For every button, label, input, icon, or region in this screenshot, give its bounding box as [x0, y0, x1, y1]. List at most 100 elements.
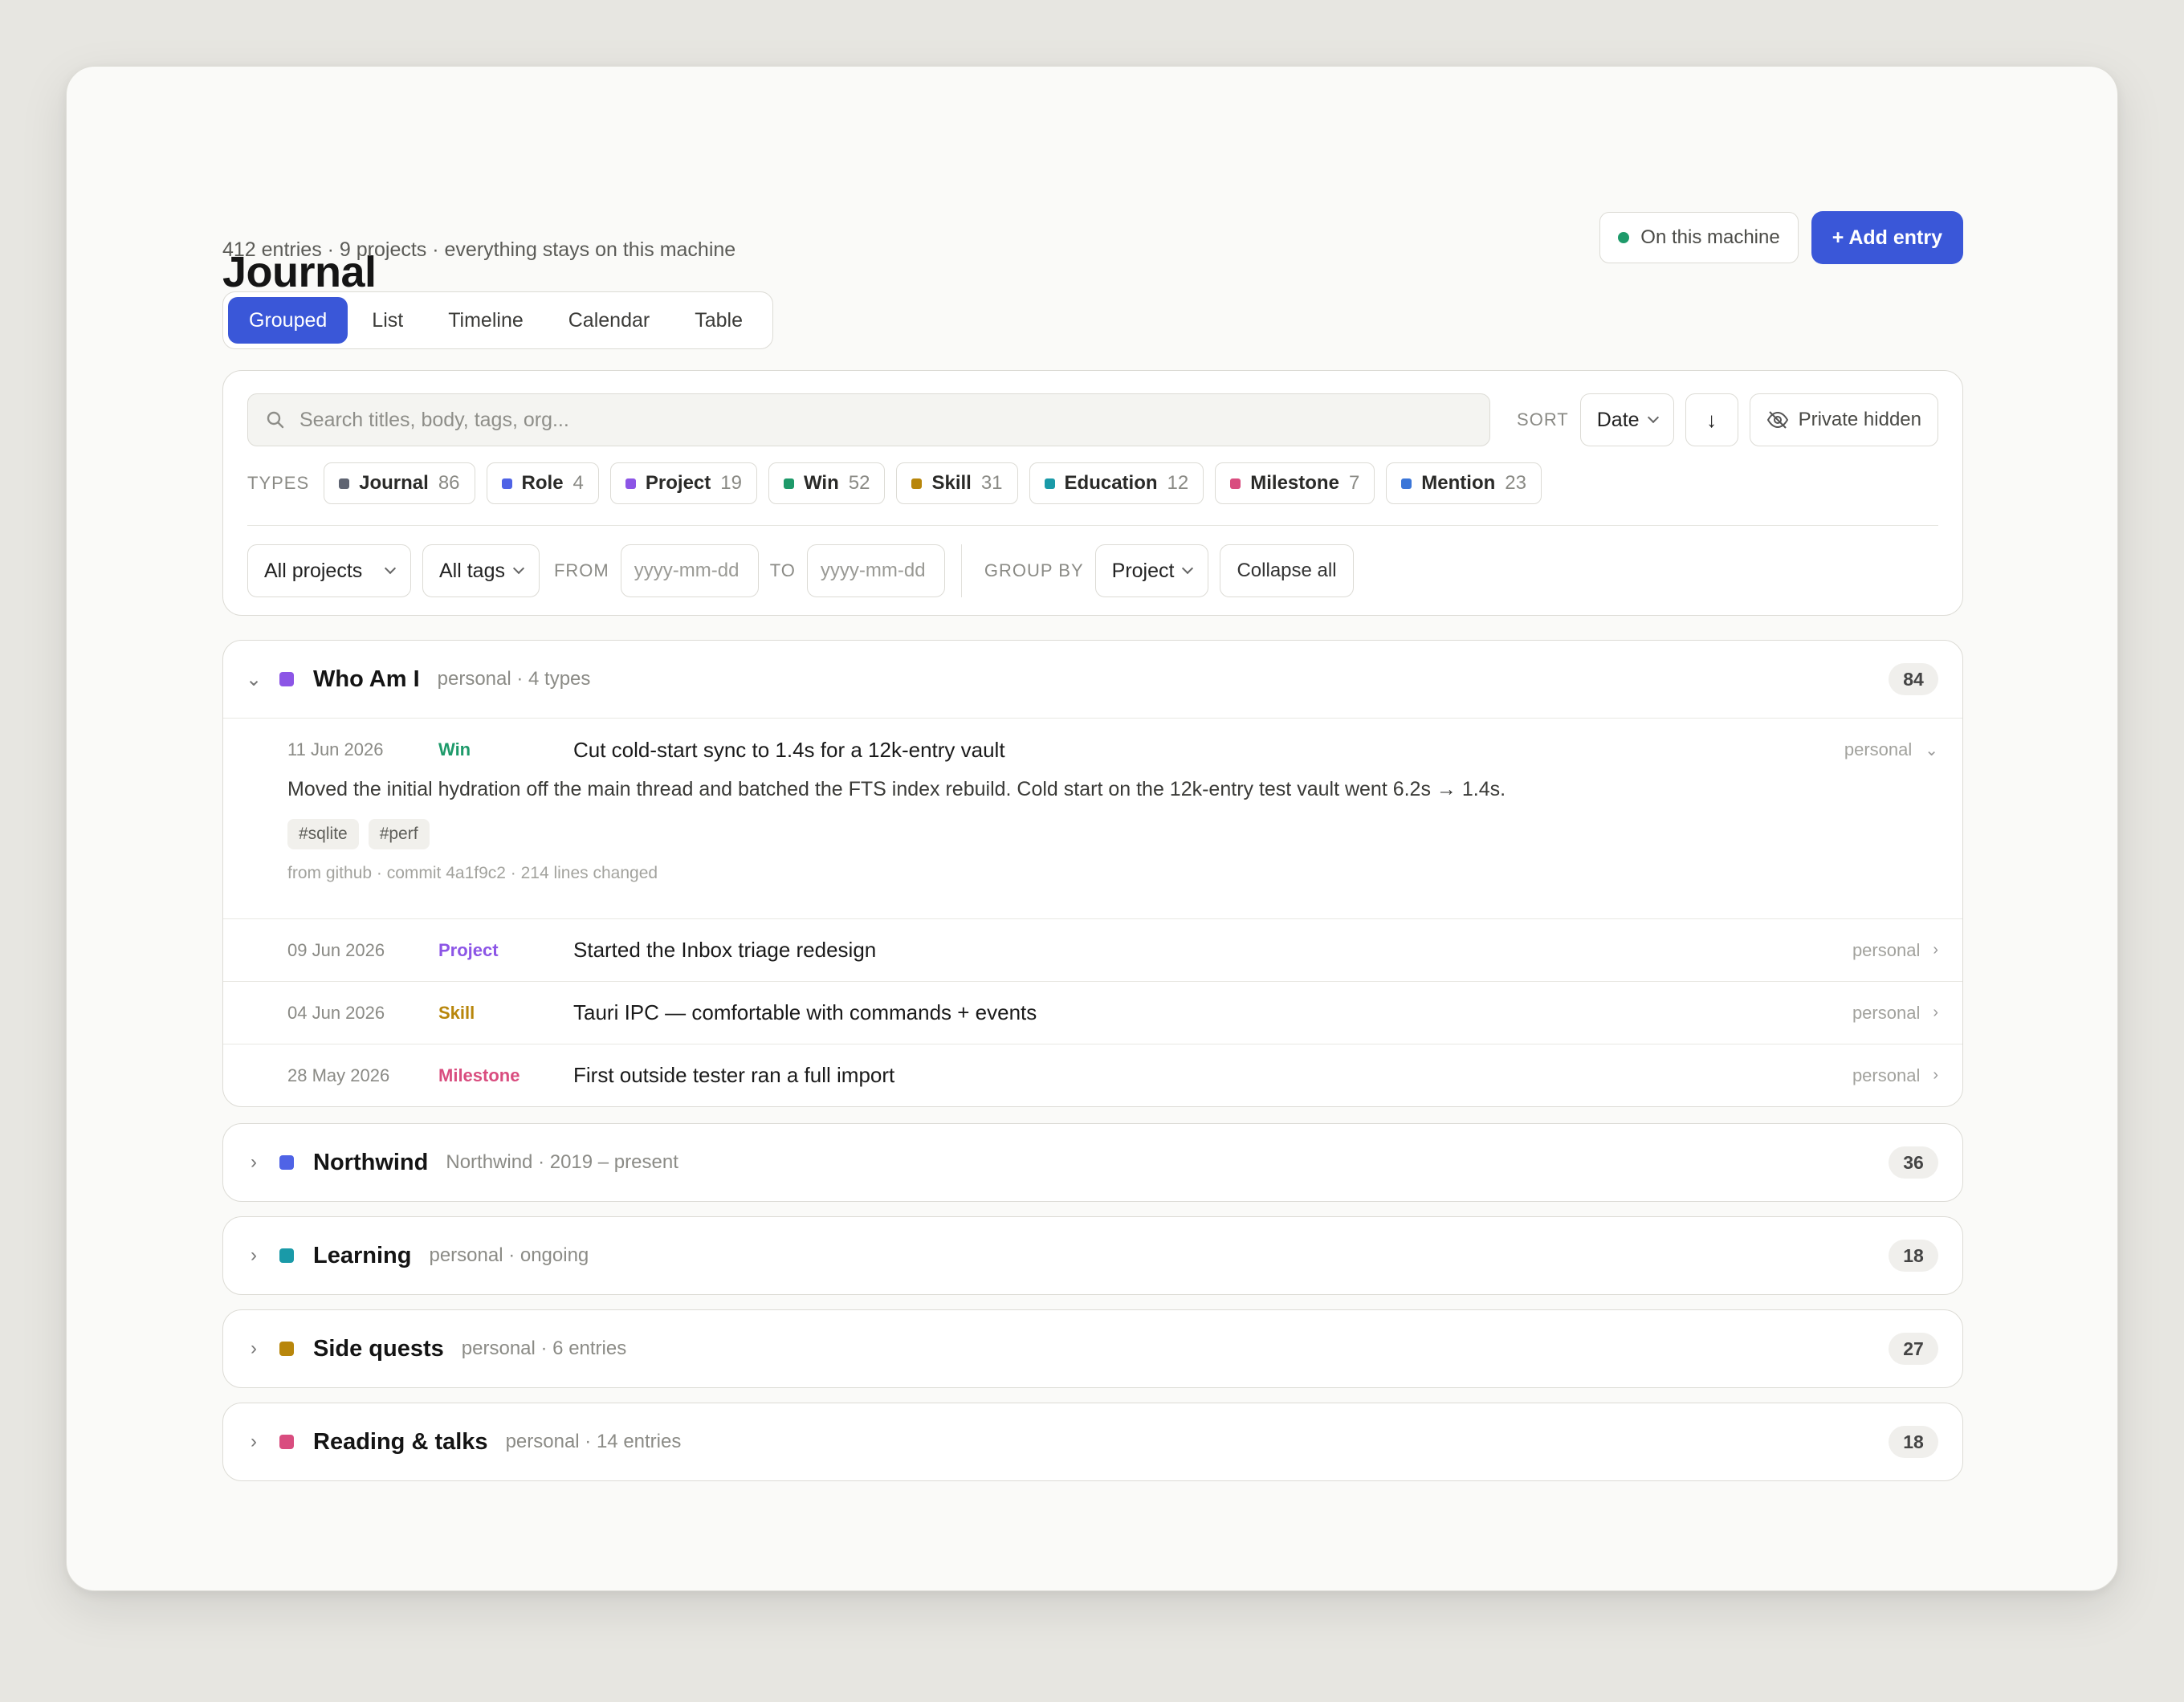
- sort-label: SORT: [1517, 409, 1569, 430]
- tags-select[interactable]: All tags: [422, 544, 540, 597]
- entry-org-label: personal: [1852, 1002, 1921, 1023]
- entry-row[interactable]: 28 May 2026 Milestone First outside test…: [223, 1044, 1962, 1106]
- entry-org: personal ›: [1852, 940, 1938, 961]
- type-chip-role[interactable]: Role 4: [486, 462, 599, 504]
- type-chip-count: 19: [720, 472, 742, 494]
- entry-title: Started the Inbox triage redesign: [573, 938, 877, 962]
- chevron-down-icon: [384, 562, 397, 575]
- group-meta: personal · 14 entries: [505, 1431, 682, 1452]
- chevron-right-icon: ›: [251, 1151, 257, 1173]
- group-by-select[interactable]: Project: [1094, 544, 1209, 597]
- entry-body: Moved the initial hydration off the main…: [287, 778, 1506, 800]
- group-meta: Northwind · 2019 – present: [446, 1151, 678, 1173]
- tab-timeline[interactable]: Timeline: [427, 297, 544, 344]
- group-header[interactable]: › Reading & talks personal · 14 entries …: [223, 1403, 1962, 1480]
- entry-org-label: personal: [1852, 939, 1921, 960]
- sort-controls: SORT Date ↓ Private hidden: [1517, 393, 1938, 446]
- filter-separator: [960, 544, 962, 597]
- chevron-down-icon[interactable]: ⌄: [1925, 740, 1938, 760]
- group-header[interactable]: ⌄ Who Am I personal · 4 types 84: [223, 641, 1962, 718]
- group-name: Northwind: [313, 1149, 429, 1175]
- type-color-swatch: [339, 478, 350, 489]
- tag-chip[interactable]: #perf: [368, 819, 430, 849]
- entry-row[interactable]: 09 Jun 2026 Project Started the Inbox tr…: [223, 918, 1962, 981]
- type-filter-row: TYPES Journal 86 Role 4 Project 19 Win 52 Sk…: [247, 462, 1542, 504]
- type-color-swatch: [625, 478, 636, 489]
- entry-org-label: personal: [1844, 739, 1913, 759]
- entry-date: 09 Jun 2026: [287, 939, 385, 960]
- type-chip-count: 7: [1348, 472, 1360, 494]
- entry-type: Milestone: [438, 1065, 520, 1085]
- types-label: TYPES: [247, 473, 310, 493]
- entry-row[interactable]: 04 Jun 2026 Skill Tauri IPC — comfortabl…: [223, 981, 1962, 1044]
- project-color-swatch: [279, 672, 294, 686]
- group-header[interactable]: › Side quests personal · 6 entries 27: [223, 1310, 1962, 1387]
- type-chip-skill[interactable]: Skill 31: [896, 462, 1018, 504]
- tag-chip[interactable]: #sqlite: [287, 819, 359, 849]
- tab-grouped[interactable]: Grouped: [228, 297, 348, 344]
- entry-row: 11 Jun 2026 Win Cut cold-start sync to 1…: [287, 719, 1938, 781]
- tags-select-value: All tags: [439, 559, 505, 582]
- group-count-badge: 18: [1889, 1426, 1938, 1458]
- group-meta: personal · 4 types: [437, 668, 591, 690]
- add-entry-button[interactable]: + Add entry: [1811, 211, 1963, 264]
- entry-title: First outside tester ran a full import: [573, 1063, 895, 1087]
- type-chip-win[interactable]: Win 52: [768, 462, 886, 504]
- project-group-reading-talks: › Reading & talks personal · 14 entries …: [222, 1403, 1963, 1481]
- entry-type: Project: [438, 939, 499, 960]
- collapse-all-button[interactable]: Collapse all: [1220, 544, 1354, 597]
- project-color-swatch: [279, 1248, 294, 1263]
- type-chip-label: Role: [521, 472, 564, 494]
- entry-tags: #sqlite #perf: [287, 819, 1938, 849]
- projects-select-value: All projects: [264, 559, 363, 582]
- chevron-right-icon: ›: [1933, 1066, 1938, 1084]
- type-chip-project[interactable]: Project 19: [609, 462, 757, 504]
- secondary-filter-row: All projects All tags FROM yyyy-mm-dd TO…: [247, 544, 1354, 597]
- tab-table[interactable]: Table: [674, 297, 764, 344]
- sort-select[interactable]: Date: [1579, 393, 1674, 446]
- chevron-right-icon: ›: [1933, 1004, 1938, 1021]
- from-label: FROM: [553, 560, 609, 580]
- local-status-badge: On this machine: [1599, 212, 1799, 263]
- type-chip-milestone[interactable]: Milestone 7: [1215, 462, 1375, 504]
- project-color-swatch: [279, 1342, 294, 1356]
- from-date-input[interactable]: yyyy-mm-dd: [620, 544, 759, 597]
- app-window: Journal 412 entries · 9 projects · every…: [66, 66, 2118, 1591]
- tab-list[interactable]: List: [351, 297, 424, 344]
- sort-direction-button[interactable]: ↓: [1685, 393, 1738, 446]
- search-input[interactable]: Search titles, body, tags, org...: [247, 393, 1490, 446]
- entry-org: personal ›: [1852, 1065, 1938, 1086]
- type-chip-count: 52: [848, 472, 870, 494]
- chevron-down-icon: [512, 562, 525, 575]
- chevron-right-icon: ›: [251, 1338, 257, 1359]
- entry-date: 04 Jun 2026: [287, 1002, 385, 1023]
- to-date-input[interactable]: yyyy-mm-dd: [806, 544, 945, 597]
- project-group-learning: › Learning personal · ongoing 18: [222, 1216, 1963, 1295]
- project-group-northwind: › Northwind Northwind · 2019 – present 3…: [222, 1123, 1963, 1202]
- filter-panel: Search titles, body, tags, org... SORT D…: [222, 370, 1963, 616]
- chevron-down-icon: [1182, 562, 1194, 575]
- projects-select[interactable]: All projects: [247, 544, 411, 597]
- type-chip-count: 12: [1167, 472, 1189, 494]
- type-chip-mention[interactable]: Mention 23: [1386, 462, 1542, 504]
- entry-org: personal ⌄: [1844, 739, 1938, 760]
- filter-divider: [247, 525, 1938, 526]
- entry-expanded[interactable]: 11 Jun 2026 Win Cut cold-start sync to 1…: [223, 718, 1962, 918]
- type-chip-count: 86: [438, 472, 460, 494]
- type-chip-education[interactable]: Education 12: [1029, 462, 1204, 504]
- group-header[interactable]: › Northwind Northwind · 2019 – present 3…: [223, 1124, 1962, 1201]
- to-label: TO: [769, 560, 796, 580]
- group-name: Who Am I: [313, 666, 420, 692]
- group-header[interactable]: › Learning personal · ongoing 18: [223, 1217, 1962, 1294]
- entry-org: personal ›: [1852, 1003, 1938, 1024]
- chevron-right-icon: ›: [251, 1244, 257, 1266]
- type-chip-journal[interactable]: Journal 86: [324, 462, 475, 504]
- type-chip-label: Mention: [1421, 472, 1496, 494]
- type-color-swatch: [911, 478, 923, 489]
- tab-calendar[interactable]: Calendar: [548, 297, 670, 344]
- entry-source: from github · commit 4a1f9c2 · 214 lines…: [287, 864, 658, 882]
- project-group-side-quests: › Side quests personal · 6 entries 27: [222, 1309, 1963, 1388]
- private-toggle-button[interactable]: Private hidden: [1749, 393, 1938, 446]
- private-toggle-label: Private hidden: [1798, 409, 1921, 430]
- chevron-right-icon: ›: [251, 1431, 257, 1452]
